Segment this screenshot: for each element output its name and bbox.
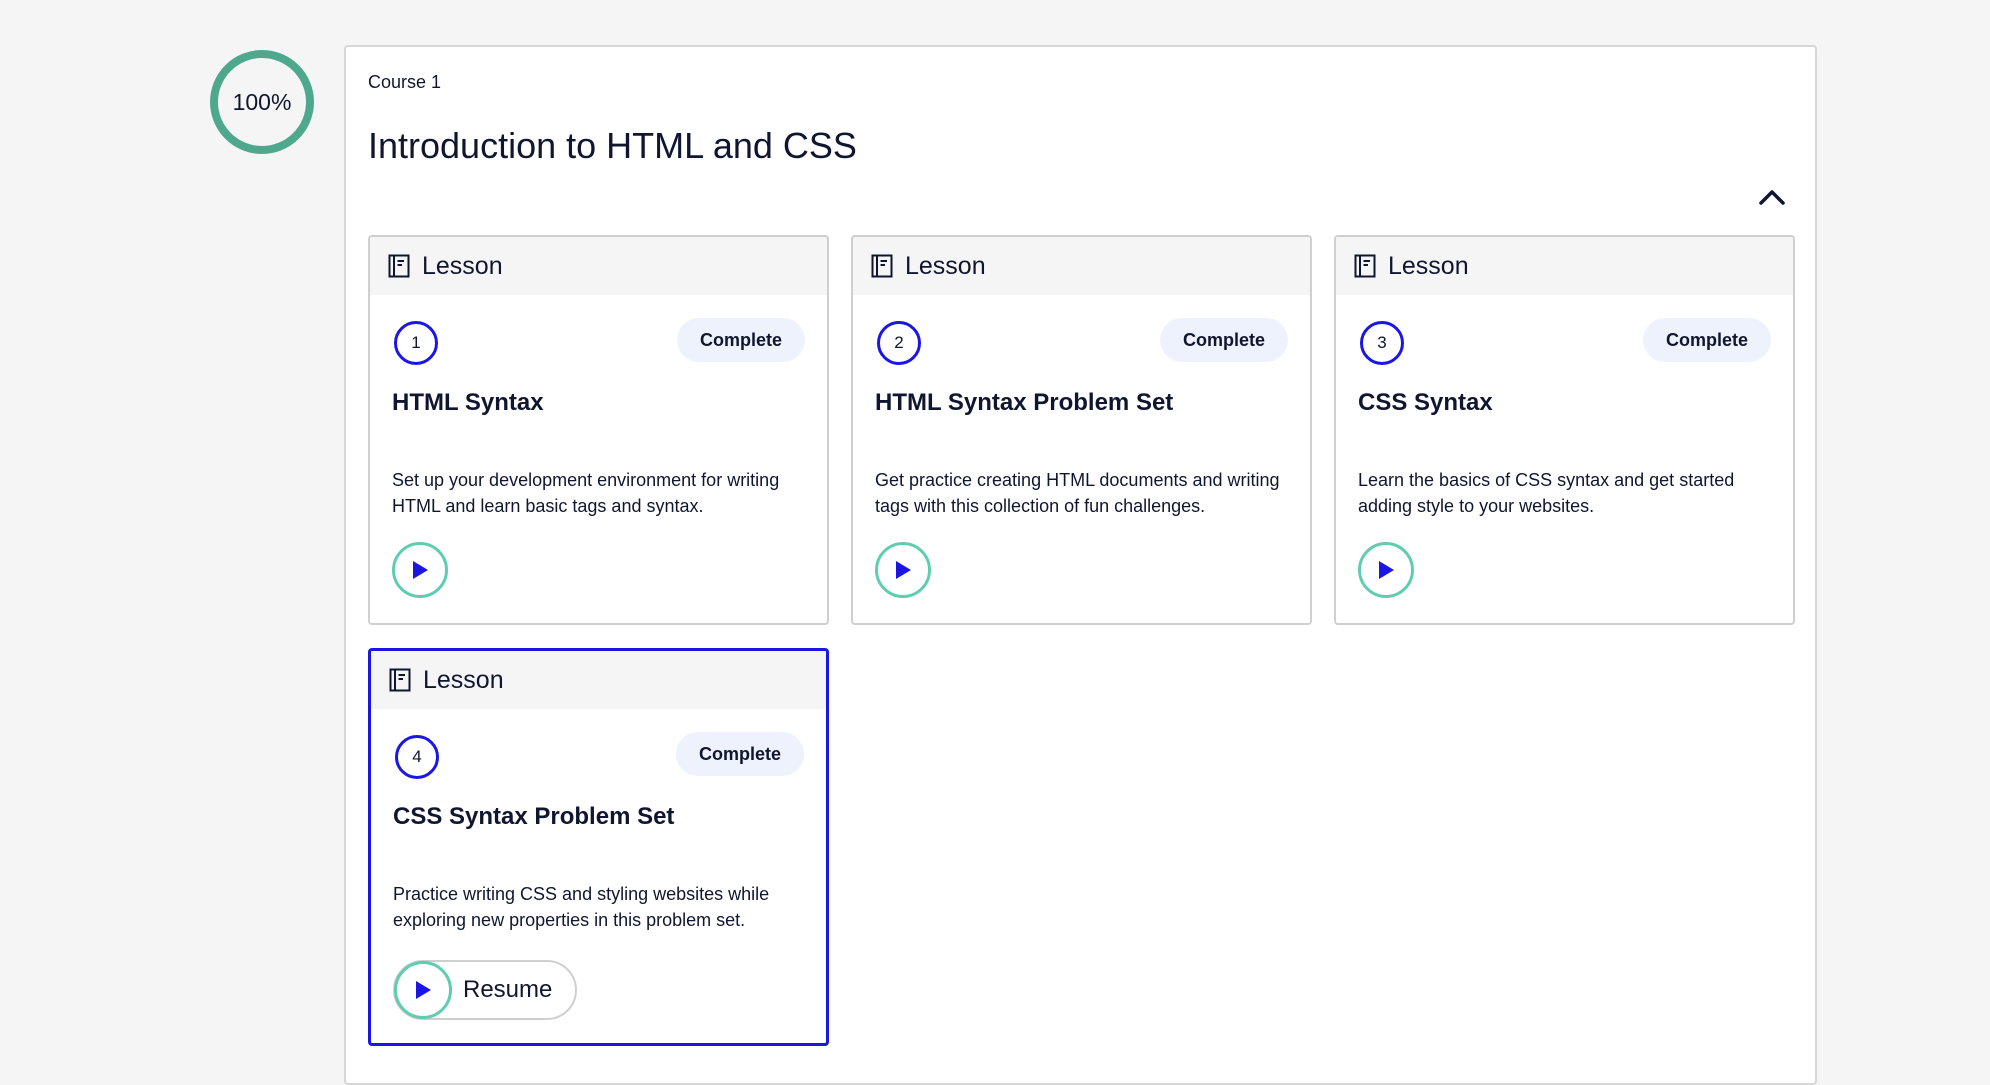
lesson-card-active[interactable]: Lesson 4 Complete CSS Syntax Problem Set… <box>368 648 829 1046</box>
status-badge: Complete <box>676 318 805 362</box>
lesson-type-label: Lesson <box>1388 251 1469 280</box>
lesson-title[interactable]: CSS Syntax Problem Set <box>393 803 674 831</box>
lesson-title[interactable]: CSS Syntax <box>1358 389 1493 417</box>
lesson-card-header: Lesson <box>370 237 827 295</box>
lesson-description: Get practice creating HTML documents and… <box>875 470 1280 516</box>
play-icon <box>416 981 431 999</box>
status-badge: Complete <box>1642 318 1771 362</box>
lesson-description: Practice writing CSS and styling website… <box>393 884 770 930</box>
lesson-title[interactable]: HTML Syntax Problem Set <box>875 389 1173 417</box>
notebook-icon <box>388 254 410 278</box>
collapse-button[interactable] <box>1752 177 1792 217</box>
lesson-card[interactable]: Lesson 1 Complete HTML Syntax Set up you… <box>368 235 829 625</box>
lesson-description: Learn the basics of CSS syntax and get s… <box>1358 470 1735 516</box>
lesson-card[interactable]: Lesson 2 Complete HTML Syntax Problem Se… <box>851 235 1312 625</box>
lesson-title[interactable]: HTML Syntax <box>392 389 544 417</box>
play-icon <box>1379 561 1394 579</box>
lesson-type-label: Lesson <box>423 665 504 694</box>
notebook-icon <box>1354 254 1376 278</box>
lesson-number-badge: 1 <box>394 321 438 365</box>
play-button[interactable] <box>1358 542 1414 598</box>
course-label: Course 1 <box>368 72 442 92</box>
lesson-number-badge: 2 <box>877 321 921 365</box>
status-badge: Complete <box>675 732 804 776</box>
play-button[interactable] <box>392 542 448 598</box>
lesson-type-label: Lesson <box>905 251 986 280</box>
lesson-card-header: Lesson <box>1336 237 1793 295</box>
notebook-icon <box>389 668 411 692</box>
play-icon <box>413 561 428 579</box>
lesson-type-label: Lesson <box>422 251 503 280</box>
chevron-up-icon <box>1759 190 1785 205</box>
resume-button[interactable]: Resume <box>393 960 577 1020</box>
lesson-number-badge: 4 <box>395 735 439 779</box>
play-icon <box>896 561 911 579</box>
course-progress-ring: 100% <box>209 49 315 155</box>
notebook-icon <box>871 254 893 278</box>
status-badge: Complete <box>1159 318 1288 362</box>
play-button <box>394 961 452 1019</box>
resume-label: Resume <box>463 976 553 1003</box>
course-panel: Course 1 Introduction to HTML and CSS Le… <box>344 45 1817 1085</box>
progress-percent: 100% <box>232 88 292 115</box>
lesson-card[interactable]: Lesson 3 Complete CSS Syntax Learn the b… <box>1334 235 1795 625</box>
lesson-number-badge: 3 <box>1360 321 1404 365</box>
course-title: Introduction to HTML and CSS <box>368 125 857 166</box>
lesson-card-header: Lesson <box>853 237 1310 295</box>
lesson-card-header: Lesson <box>371 651 826 709</box>
lesson-description: Set up your development environment for … <box>392 470 780 516</box>
play-button[interactable] <box>875 542 931 598</box>
